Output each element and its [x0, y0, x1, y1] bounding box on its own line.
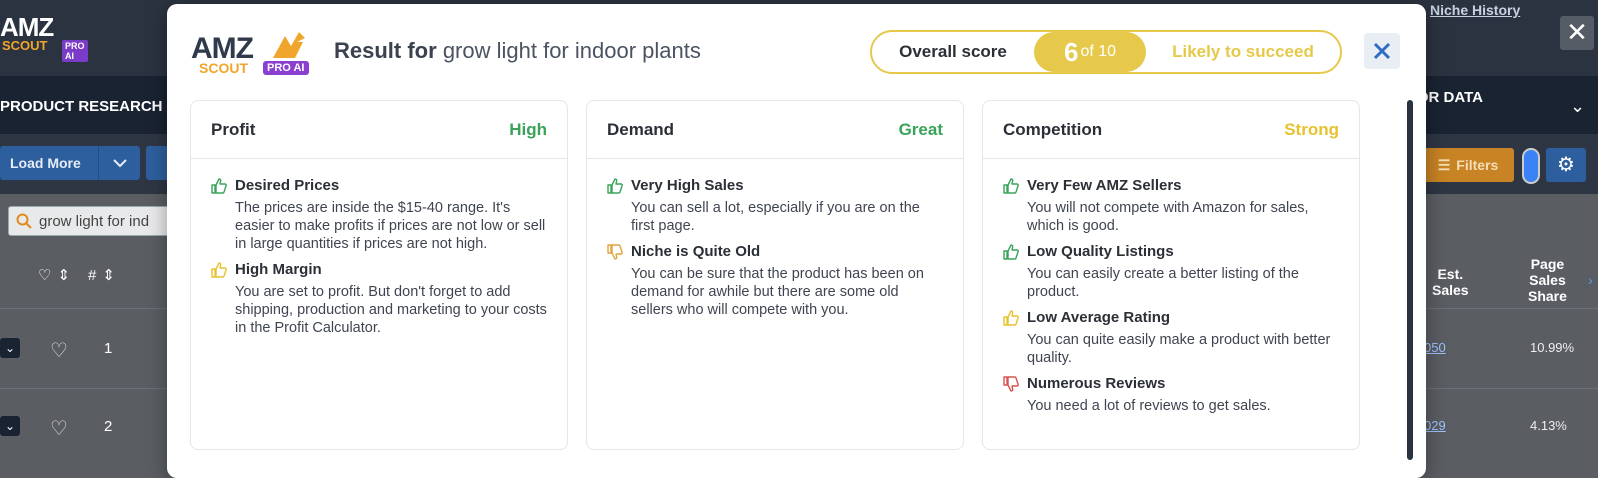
score-label: Overall score: [899, 42, 1007, 61]
row-expand-button[interactable]: ⌄: [0, 416, 20, 436]
card-title: Profit: [211, 119, 256, 139]
list-item: Numerous Reviews You need a lot of revie…: [1003, 375, 1339, 415]
thumbs-down-icon: [1003, 375, 1027, 415]
item-description: You will not compete with Amazon for sal…: [1027, 200, 1309, 234]
table-header-left: ♡ ⇕ # ⇕: [38, 266, 115, 285]
card-demand: Demand Great Very High Sales You can sel…: [586, 100, 964, 450]
thumbs-up-icon: [211, 261, 235, 337]
item-heading: Desired Prices: [235, 177, 340, 194]
item-description: You need a lot of reviews to get sales.: [1027, 398, 1271, 414]
app-logo[interactable]: AMZ SCOUT PRO AI: [0, 12, 88, 62]
item-heading: Low Quality Listings: [1027, 243, 1174, 260]
toggle-switch[interactable]: [1522, 148, 1540, 184]
item-heading: Very High Sales: [631, 177, 744, 194]
list-item: Low Quality Listings You can easily crea…: [1003, 243, 1339, 301]
close-icon[interactable]: ✕: [1560, 16, 1594, 50]
item-description: The prices are inside the $15-40 range. …: [235, 200, 546, 252]
thumbs-up-icon: [607, 177, 631, 235]
load-more-button[interactable]: Load More: [0, 146, 140, 180]
filters-label: Filters: [1456, 157, 1499, 173]
close-icon: [1373, 42, 1391, 60]
card-rating: Great: [898, 119, 943, 139]
column-header-rank: #: [88, 266, 97, 284]
column-header-est-sales[interactable]: Est. Sales: [1432, 266, 1469, 298]
search-query: grow light for indoor plants: [442, 38, 701, 63]
item-description: You can sell a lot, especially if you ar…: [631, 200, 920, 234]
row-page-share: 10.99%: [1530, 340, 1575, 355]
heart-icon[interactable]: ♡: [50, 338, 68, 363]
item-description: You can be sure that the product has bee…: [631, 266, 924, 318]
load-more-label: Load More: [10, 155, 81, 171]
card-rating: Strong: [1284, 119, 1339, 139]
gear-icon[interactable]: ⚙: [1546, 148, 1586, 182]
thumbs-down-icon: [607, 243, 631, 319]
row-number: 2: [104, 418, 113, 435]
card-header: Profit High: [191, 101, 567, 159]
modal-title: Result for grow light for indoor plants: [334, 38, 701, 63]
heart-icon[interactable]: ♡: [50, 416, 68, 441]
chevron-right-icon[interactable]: ›: [1588, 272, 1593, 288]
search-input[interactable]: grow light for ind: [8, 206, 178, 236]
sort-icon[interactable]: ⇕: [102, 266, 115, 284]
thumbs-up-icon: [1003, 243, 1027, 301]
chevron-down-icon[interactable]: [98, 146, 140, 180]
row-est-sales[interactable]: 050: [1424, 340, 1446, 355]
overall-score-badge: Overall score 6 of 10 Likely to succeed: [870, 30, 1342, 74]
list-item: High Margin You are set to profit. But d…: [211, 261, 547, 337]
card-rating: High: [509, 119, 547, 139]
amzscout-logo: AMZ SCOUT PRO AI: [191, 28, 311, 78]
column-header-page-sales-share[interactable]: Page Sales Share: [1528, 256, 1567, 304]
heart-icon[interactable]: ♡: [38, 266, 51, 284]
search-value: grow light for ind: [39, 212, 150, 230]
row-number: 1: [104, 340, 113, 357]
niche-result-modal: AMZ SCOUT PRO AI Result for grow light f…: [167, 4, 1426, 478]
row-expand-button[interactable]: ⌄: [0, 338, 20, 358]
thumbs-up-icon: [1003, 177, 1027, 235]
close-button[interactable]: [1364, 33, 1400, 69]
card-title: Competition: [1003, 119, 1103, 139]
card-competition: Competition Strong Very Few AMZ Sellers …: [982, 100, 1360, 450]
row-est-sales[interactable]: 029: [1424, 418, 1446, 433]
list-item: Low Average Rating You can quite easily …: [1003, 309, 1339, 367]
chevron-down-icon[interactable]: ⌄: [1570, 96, 1585, 117]
item-description: You are set to profit. But don't forget …: [235, 284, 547, 336]
logo-arrow-icon: [273, 32, 305, 58]
sort-icon[interactable]: ⇕: [57, 266, 70, 284]
filters-button[interactable]: ☰ Filters: [1422, 148, 1514, 182]
search-icon: [9, 213, 39, 229]
card-title: Demand: [607, 119, 675, 139]
scrollbar[interactable]: [1407, 100, 1413, 460]
item-description: You can quite easily make a product with…: [1027, 332, 1331, 366]
card-items: Desired Prices The prices are inside the…: [191, 159, 567, 337]
list-item: Niche is Quite Old You can be sure that …: [607, 243, 943, 319]
score-verdict: Likely to succeed: [1172, 42, 1314, 61]
list-item: Very High Sales You can sell a lot, espe…: [607, 177, 943, 235]
row-page-share: 4.13%: [1530, 418, 1567, 433]
card-profit: Profit High Desired Prices The prices ar…: [190, 100, 568, 450]
card-header: Demand Great: [587, 101, 963, 159]
item-heading: Very Few AMZ Sellers: [1027, 177, 1182, 194]
card-items: Very High Sales You can sell a lot, espe…: [587, 159, 963, 319]
item-heading: Low Average Rating: [1027, 309, 1171, 326]
niche-history-link[interactable]: Niche History: [1430, 2, 1520, 18]
card-items: Very Few AMZ Sellers You will not compet…: [983, 159, 1359, 415]
list-item: Very Few AMZ Sellers You will not compet…: [1003, 177, 1339, 235]
card-header: Competition Strong: [983, 101, 1359, 159]
item-description: You can easily create a better listing o…: [1027, 266, 1299, 300]
item-heading: High Margin: [235, 261, 322, 278]
score-value: 6 of 10: [1034, 32, 1146, 72]
item-heading: Numerous Reviews: [1027, 375, 1166, 392]
nav-product-research[interactable]: PRODUCT RESEARCH: [0, 98, 163, 115]
thumbs-up-icon: [1003, 309, 1027, 367]
filter-icon: ☰: [1437, 156, 1451, 173]
thumbs-up-icon: [211, 177, 235, 253]
item-heading: Niche is Quite Old: [631, 243, 761, 260]
list-item: Desired Prices The prices are inside the…: [211, 177, 547, 253]
